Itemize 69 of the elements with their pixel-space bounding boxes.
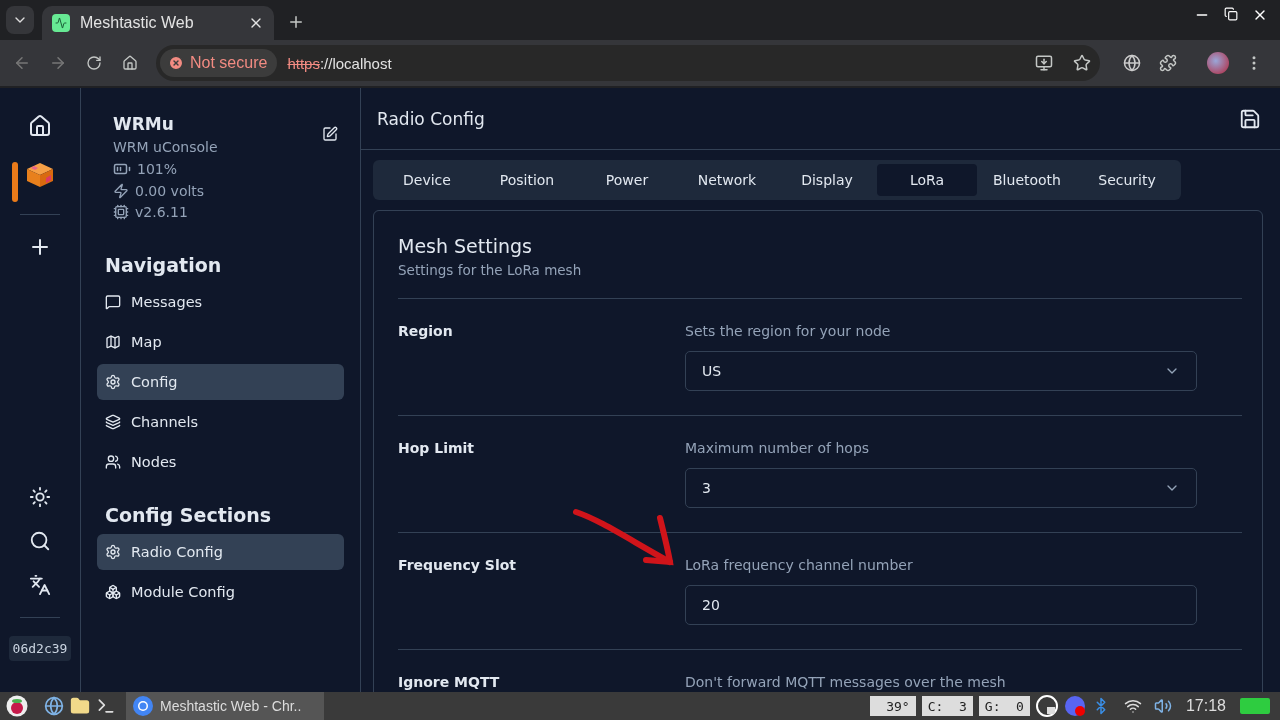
status-widget: G: 0 (978, 696, 1030, 716)
status-widget: C: 3 (921, 696, 973, 716)
clock: 17:18 (1185, 697, 1226, 715)
page-title: Radio Config (377, 108, 485, 129)
nav-item[interactable]: Config (97, 364, 344, 400)
map-icon (105, 334, 121, 350)
globe-icon[interactable] (44, 696, 64, 716)
nav-item[interactable]: Nodes (97, 444, 344, 480)
chip-icon (113, 204, 129, 220)
nav-item[interactable]: Module Config (97, 574, 344, 610)
status-widget: 39° (869, 696, 916, 716)
voltage-text: 0.00 volts (135, 183, 205, 199)
section-heading: Config Sections (105, 504, 273, 526)
config-tab[interactable]: Network (677, 164, 777, 196)
warning-icon (168, 55, 184, 71)
section-heading: Navigation (105, 254, 223, 276)
setting-description: Maximum number of hops (685, 439, 871, 456)
device-name: WRMu (113, 114, 175, 134)
config-tab[interactable]: Device (377, 164, 477, 196)
users-icon (105, 454, 121, 470)
settings-icon (105, 544, 121, 560)
raspberry-icon[interactable] (6, 695, 28, 717)
restore-icon[interactable] (1224, 7, 1238, 21)
app-logo-icon (52, 14, 70, 32)
config-tab[interactable]: Security (1077, 164, 1177, 196)
nav-item[interactable]: Map (97, 324, 344, 360)
folder-icon[interactable] (70, 696, 90, 716)
volume-icon[interactable] (1153, 697, 1172, 715)
nav-item[interactable]: Messages (97, 284, 344, 320)
input-field[interactable]: 20 (685, 585, 1197, 625)
battery-level: 101% (137, 161, 178, 177)
boxes-icon (105, 584, 121, 600)
card-subtitle: Settings for the LoRa mesh (398, 262, 1242, 299)
bolt-icon (113, 183, 129, 199)
address-text[interactable]: https://localhost (287, 54, 1020, 72)
terminal-icon[interactable] (96, 696, 116, 716)
setting-label: Region (398, 322, 454, 341)
device-model: WRM uConsole (113, 139, 218, 155)
select-field[interactable]: 3 (685, 468, 1197, 508)
select-field[interactable]: US (685, 351, 1197, 391)
wifi-icon[interactable] (1123, 697, 1142, 715)
setting-label: Hop Limit (398, 439, 476, 458)
device-cube-icon[interactable] (26, 162, 54, 188)
setting-description: LoRa frequency channel number (685, 556, 914, 573)
setting-label: Frequency Slot (398, 556, 517, 575)
chat-app-icon[interactable] (1063, 695, 1086, 717)
layers-icon (105, 414, 121, 430)
chevron-down-icon[interactable] (6, 6, 34, 34)
node-id-badge: 06d2c39 (8, 636, 72, 661)
taskbar-window-button[interactable]: Meshtastic Web - Chr.. (126, 692, 324, 720)
config-tab[interactable]: Display (777, 164, 877, 196)
settings-icon (105, 374, 121, 390)
nav-item[interactable]: Radio Config (97, 534, 344, 570)
security-chip[interactable]: Not secure (160, 49, 278, 77)
browser-icon (132, 695, 154, 717)
card-title: Mesh Settings (398, 235, 533, 257)
setting-description: Sets the region for your node (685, 322, 892, 339)
setting-label: Ignore MQTT (398, 673, 501, 692)
message-icon (105, 294, 121, 310)
nav-item[interactable]: Channels (97, 404, 344, 440)
battery-icon (1240, 698, 1270, 714)
browser-tab[interactable]: Meshtastic Web (42, 6, 274, 40)
setting-description: Don't forward MQTT messages over the mesh (685, 673, 1007, 690)
config-tab[interactable]: Position (477, 164, 577, 196)
tab-title: Meshtastic Web (80, 14, 195, 32)
config-tab[interactable]: LoRa (877, 164, 977, 196)
config-tab[interactable]: Bluetooth (977, 164, 1077, 196)
firmware-version: v2.6.11 (135, 204, 188, 220)
config-tab[interactable]: Power (577, 164, 677, 196)
